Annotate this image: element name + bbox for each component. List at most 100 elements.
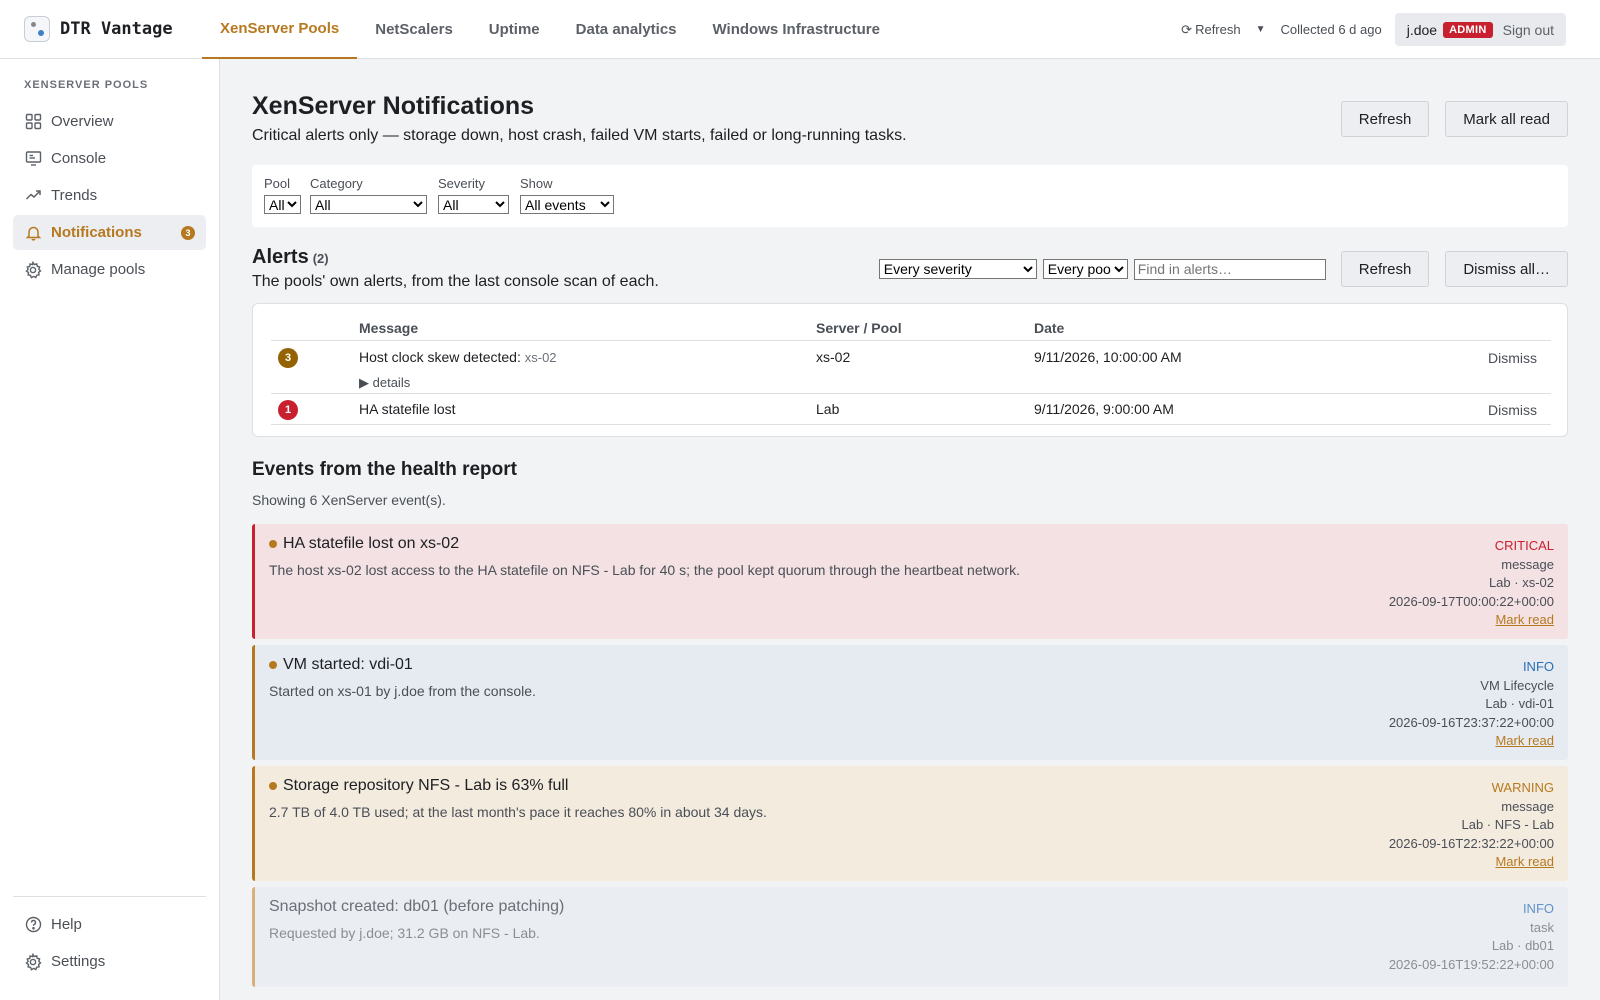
event-body: 2.7 TB of 4.0 TB used; at the last month… xyxy=(269,804,767,820)
pool-filter-label: Pool xyxy=(264,176,291,191)
severity-filter-label: Severity xyxy=(438,176,485,191)
top-nav: XenServer Pools NetScalers Uptime Data a… xyxy=(202,0,898,59)
details-toggle[interactable]: ▶ details xyxy=(359,375,816,391)
mark-all-read-button[interactable]: Mark all read xyxy=(1445,101,1568,137)
event-severity: WARNING xyxy=(1491,780,1554,795)
mark-read-link[interactable]: Mark read xyxy=(1389,853,1554,872)
sidebar: XENSERVER POOLS Overview Console Trends … xyxy=(0,59,220,1000)
event-title: Snapshot created: db01 (before patching) xyxy=(269,898,564,916)
unread-dot-icon xyxy=(269,540,277,548)
server-cell: xs-02 xyxy=(816,340,1034,394)
alerts-title: Alerts xyxy=(252,246,309,268)
tab-windows-infrastructure[interactable]: Windows Infrastructure xyxy=(695,0,898,59)
events-list: HA statefile lost on xs-02 The host xs-0… xyxy=(252,524,1568,993)
event-meta: CRITICAL message Lab · xs-02 2026-09-17T… xyxy=(1389,537,1554,630)
tab-uptime[interactable]: Uptime xyxy=(471,0,558,59)
mark-read-link[interactable]: Mark read xyxy=(1389,732,1554,751)
alert-message-host: xs-02 xyxy=(524,349,557,365)
event-meta: INFO task Lab · db01 2026-09-16T19:52:22… xyxy=(1389,900,1554,974)
brand[interactable]: DTR Vantage xyxy=(24,16,173,42)
severity-cell: 1 xyxy=(271,393,359,425)
alert-search-input[interactable] xyxy=(1133,258,1326,280)
sidebar-item-trends[interactable]: Trends xyxy=(13,178,206,213)
refresh-button[interactable]: Refresh xyxy=(1340,101,1430,137)
event-location: Lab · xs-02 xyxy=(1488,575,1554,590)
show-filter-select[interactable]: All events xyxy=(520,195,614,214)
column-header-date: Date xyxy=(1034,316,1431,341)
category-filter-select[interactable]: All xyxy=(310,195,427,214)
tab-netscalers[interactable]: NetScalers xyxy=(357,0,471,59)
sidebar-item-help[interactable]: Help xyxy=(13,907,206,942)
severity-filter-select[interactable]: All xyxy=(438,195,509,214)
column-header-server: Server / Pool xyxy=(816,316,1034,341)
sidebar-item-manage-pools[interactable]: Manage pools xyxy=(13,252,206,287)
top-right-controls: ⟳ Refresh ▼ Collected 6 d ago j.doe ADMI… xyxy=(1181,13,1566,46)
event-time: 2026-09-16T22:32:22+00:00 xyxy=(1388,835,1554,851)
sidebar-item-label: Notifications xyxy=(51,224,142,241)
brand-name: DTR Vantage xyxy=(60,19,173,39)
event-time: 2026-09-16T19:52:22+00:00 xyxy=(1388,956,1554,972)
alert-pool-select[interactable]: Every pool xyxy=(1042,259,1128,279)
sidebar-item-label: Trends xyxy=(51,187,98,204)
mark-read-link[interactable]: Mark read xyxy=(1389,611,1554,630)
event-severity: INFO xyxy=(1522,659,1554,674)
tab-xenserver-pools[interactable]: XenServer Pools xyxy=(202,0,358,59)
caret-right-icon: ▶ xyxy=(359,374,369,390)
event-location: Lab · NFS - Lab xyxy=(1461,817,1555,832)
unread-dot-icon xyxy=(269,782,277,790)
alert-severity-select[interactable]: Every severity xyxy=(878,259,1037,279)
dismiss-link[interactable]: Dismiss xyxy=(1431,340,1551,394)
dismiss-all-button[interactable]: Dismiss all… xyxy=(1445,251,1568,287)
tab-data-analytics[interactable]: Data analytics xyxy=(558,0,695,59)
alert-message: Host clock skew detected: xyxy=(359,348,521,365)
page-title: XenServer Notifications xyxy=(252,92,535,120)
sidebar-list: Overview Console Trends Notifications 3 xyxy=(13,104,206,289)
gear-icon xyxy=(24,260,42,279)
severity-badge: 3 xyxy=(278,347,298,368)
alerts-refresh-button[interactable]: Refresh xyxy=(1340,251,1430,287)
category-filter-group: Category All xyxy=(310,176,427,214)
top-bar: DTR Vantage XenServer Pools NetScalers U… xyxy=(0,0,1600,59)
sidebar-item-notifications[interactable]: Notifications 3 xyxy=(13,215,206,250)
monitor-icon xyxy=(24,150,42,168)
filter-bar: Pool All Category All Severity All Show … xyxy=(252,165,1568,227)
event-location: Lab · db01 xyxy=(1491,938,1554,953)
event-title-text: Snapshot created: db01 (before patching) xyxy=(269,898,565,915)
sidebar-item-console[interactable]: Console xyxy=(13,141,206,176)
show-filter-label: Show xyxy=(520,176,553,191)
sidebar-item-overview[interactable]: Overview xyxy=(13,104,206,139)
dismiss-link[interactable]: Dismiss xyxy=(1431,393,1551,425)
sidebar-item-settings[interactable]: Settings xyxy=(13,944,206,979)
event-kind: message xyxy=(1501,556,1554,572)
chevron-down-icon[interactable]: ▼ xyxy=(1256,24,1266,35)
pool-filter-select[interactable]: All xyxy=(264,195,301,214)
event-body: The host xs-02 lost access to the HA sta… xyxy=(269,562,1020,578)
help-icon xyxy=(24,916,42,934)
refresh-icon: ⟳ xyxy=(1181,21,1193,37)
sign-out-link[interactable]: Sign out xyxy=(1503,22,1554,38)
events-heading: Events from the health report xyxy=(252,459,517,480)
event-card[interactable]: Storage repository NFS - Lab is 63% full… xyxy=(252,766,1568,881)
notification-count-badge: 3 xyxy=(181,225,195,240)
column-header-message: Message xyxy=(359,316,816,341)
event-card[interactable]: Snapshot created: db01 (before patching)… xyxy=(252,887,1568,987)
event-card[interactable]: VM started: vdi-01 Started on xs-01 by j… xyxy=(252,645,1568,760)
sidebar-item-label: Settings xyxy=(51,953,106,970)
user-box: j.doe ADMIN Sign out xyxy=(1394,13,1566,46)
event-meta: INFO VM Lifecycle Lab · vdi-01 2026-09-1… xyxy=(1389,658,1554,751)
category-filter-label: Category xyxy=(310,176,363,191)
event-severity: INFO xyxy=(1522,901,1554,916)
sidebar-item-label: Overview xyxy=(51,113,114,130)
collected-status: Collected 6 d ago xyxy=(1280,22,1382,37)
alerts-subtitle: The pools' own alerts, from the last con… xyxy=(252,273,659,290)
events-subtitle: Showing 6 XenServer event(s). xyxy=(252,492,446,508)
event-title: Storage repository NFS - Lab is 63% full xyxy=(269,777,568,795)
bell-icon xyxy=(24,224,42,242)
table-row: 3 Host clock skew detected: xs-02 ▶ deta… xyxy=(271,340,1551,394)
sidebar-heading: XENSERVER POOLS xyxy=(24,79,149,91)
global-refresh-button[interactable]: ⟳ Refresh xyxy=(1181,22,1240,38)
alerts-table-card: Message Server / Pool Date 3 Host clock … xyxy=(252,303,1568,437)
event-time: 2026-09-17T00:00:22+00:00 xyxy=(1388,593,1554,609)
server-cell: Lab xyxy=(816,393,1034,425)
event-card[interactable]: HA statefile lost on xs-02 The host xs-0… xyxy=(252,524,1568,639)
